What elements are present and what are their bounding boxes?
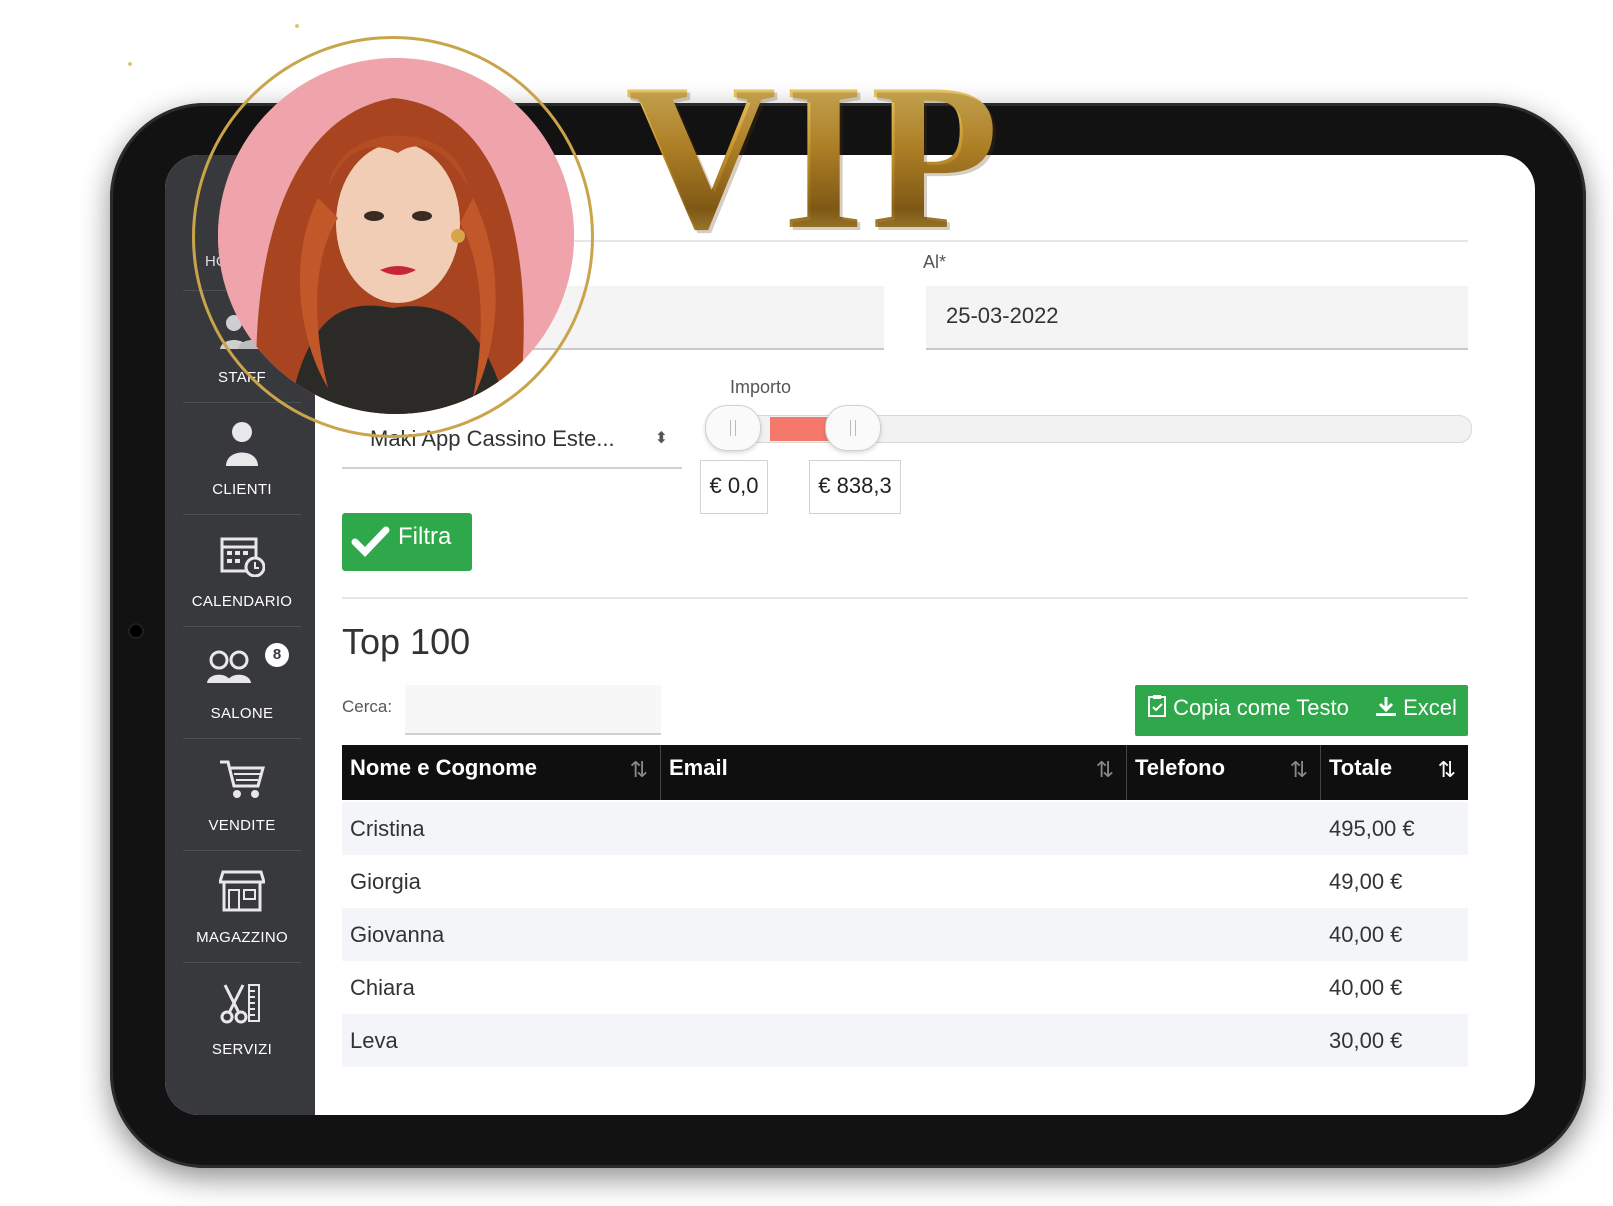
cell-total: 30,00 € <box>1329 1028 1403 1053</box>
sort-icon: ⇅ <box>1289 757 1308 782</box>
sidebar-item-servizi[interactable]: SERVIZI <box>183 962 301 1075</box>
divider <box>342 597 1468 599</box>
sidebar-item-label: CALENDARIO <box>191 593 293 610</box>
check-icon <box>350 521 390 566</box>
download-icon <box>1375 695 1403 720</box>
table-header: Nome e Cognome ⇅ Email ⇅ Telefono ⇅ Tota… <box>342 745 1468 800</box>
search-label: Cerca: <box>342 697 393 716</box>
vip-title: VIP <box>625 41 1005 273</box>
cell-name: Giovanna <box>350 922 445 947</box>
calendar-icon <box>183 531 301 579</box>
sort-icon: ⇅ <box>1095 757 1114 782</box>
table-row[interactable]: Chiara 40,00 € <box>342 961 1468 1014</box>
sidebar-item-label: CLIENTI <box>212 481 272 498</box>
column-header-phone[interactable]: Telefono ⇅ <box>1127 745 1321 800</box>
cell-total: 495,00 € <box>1329 816 1415 841</box>
sort-icon: ⇅ <box>629 757 648 782</box>
cell-total: 49,00 € <box>1329 869 1403 894</box>
column-header-email[interactable]: Email ⇅ <box>661 745 1127 800</box>
sidebar-item-salone[interactable]: 8 SALONE <box>183 626 301 739</box>
client-icon <box>183 419 301 467</box>
export-buttons: Copia come Testo Excel <box>1135 685 1468 736</box>
amount-min-value: € 0,0 <box>700 460 768 514</box>
table-row[interactable]: Giovanna 40,00 € <box>342 908 1468 961</box>
cell-total: 40,00 € <box>1329 922 1403 947</box>
excel-button[interactable]: Excel <box>1375 685 1457 736</box>
column-header-label: Totale <box>1329 755 1393 780</box>
cell-name: Giorgia <box>350 869 421 894</box>
amount-slider-max-handle[interactable] <box>825 405 881 451</box>
column-header-name[interactable]: Nome e Cognome ⇅ <box>342 745 661 800</box>
store-icon <box>183 867 301 915</box>
avatar <box>218 58 574 414</box>
amount-slider-min-handle[interactable] <box>705 405 761 451</box>
sidebar-item-label: VENDITE <box>208 817 276 834</box>
sidebar-item-magazzino[interactable]: MAGAZZINO <box>183 850 301 963</box>
cell-name: Chiara <box>350 975 415 1000</box>
to-date-field[interactable]: 25-03-2022 <box>926 286 1468 350</box>
clipboard-icon <box>1147 695 1173 720</box>
select-arrows-icon: ⬍ <box>654 430 668 447</box>
sidebar-item-vendite[interactable]: VENDITE <box>183 738 301 851</box>
sidebar-item-label: SERVIZI <box>211 1041 273 1058</box>
table-row[interactable]: Leva 30,00 € <box>342 1014 1468 1067</box>
table-row[interactable]: Giorgia 49,00 € <box>342 855 1468 908</box>
column-header-total[interactable]: Totale ⇅ <box>1321 745 1468 800</box>
copy-text-label: Copia come Testo <box>1173 695 1349 720</box>
results-title: Top 100 <box>342 621 471 662</box>
sidebar-item-label: SALONE <box>210 705 274 722</box>
table-row[interactable]: Cristina 495,00 € <box>342 802 1468 855</box>
cell-name: Leva <box>350 1028 398 1053</box>
sort-icon: ⇅ <box>1437 757 1456 782</box>
filter-button-label: Filtra <box>398 523 452 550</box>
copy-text-button[interactable]: Copia come Testo <box>1147 685 1349 736</box>
cell-total: 40,00 € <box>1329 975 1403 1000</box>
sidebar-item-label: MAGAZZINO <box>196 929 288 946</box>
scissors-icon <box>183 979 301 1027</box>
filter-button[interactable]: Filtra <box>342 513 472 571</box>
camera-dot <box>130 625 142 637</box>
sidebar-item-clienti[interactable]: CLIENTI <box>183 402 301 515</box>
column-header-label: Nome e Cognome <box>350 755 538 780</box>
amount-label: Importo <box>730 377 792 397</box>
search-input[interactable] <box>405 685 661 735</box>
sidebar-item-calendario[interactable]: CALENDARIO <box>183 514 301 627</box>
cart-icon <box>183 755 301 803</box>
amount-max-value: € 838,3 <box>809 460 901 514</box>
excel-label: Excel <box>1403 695 1457 720</box>
column-header-label: Email <box>669 755 728 780</box>
column-header-label: Telefono <box>1135 755 1226 780</box>
salon-badge: 8 <box>265 643 289 667</box>
cell-name: Cristina <box>350 816 425 841</box>
